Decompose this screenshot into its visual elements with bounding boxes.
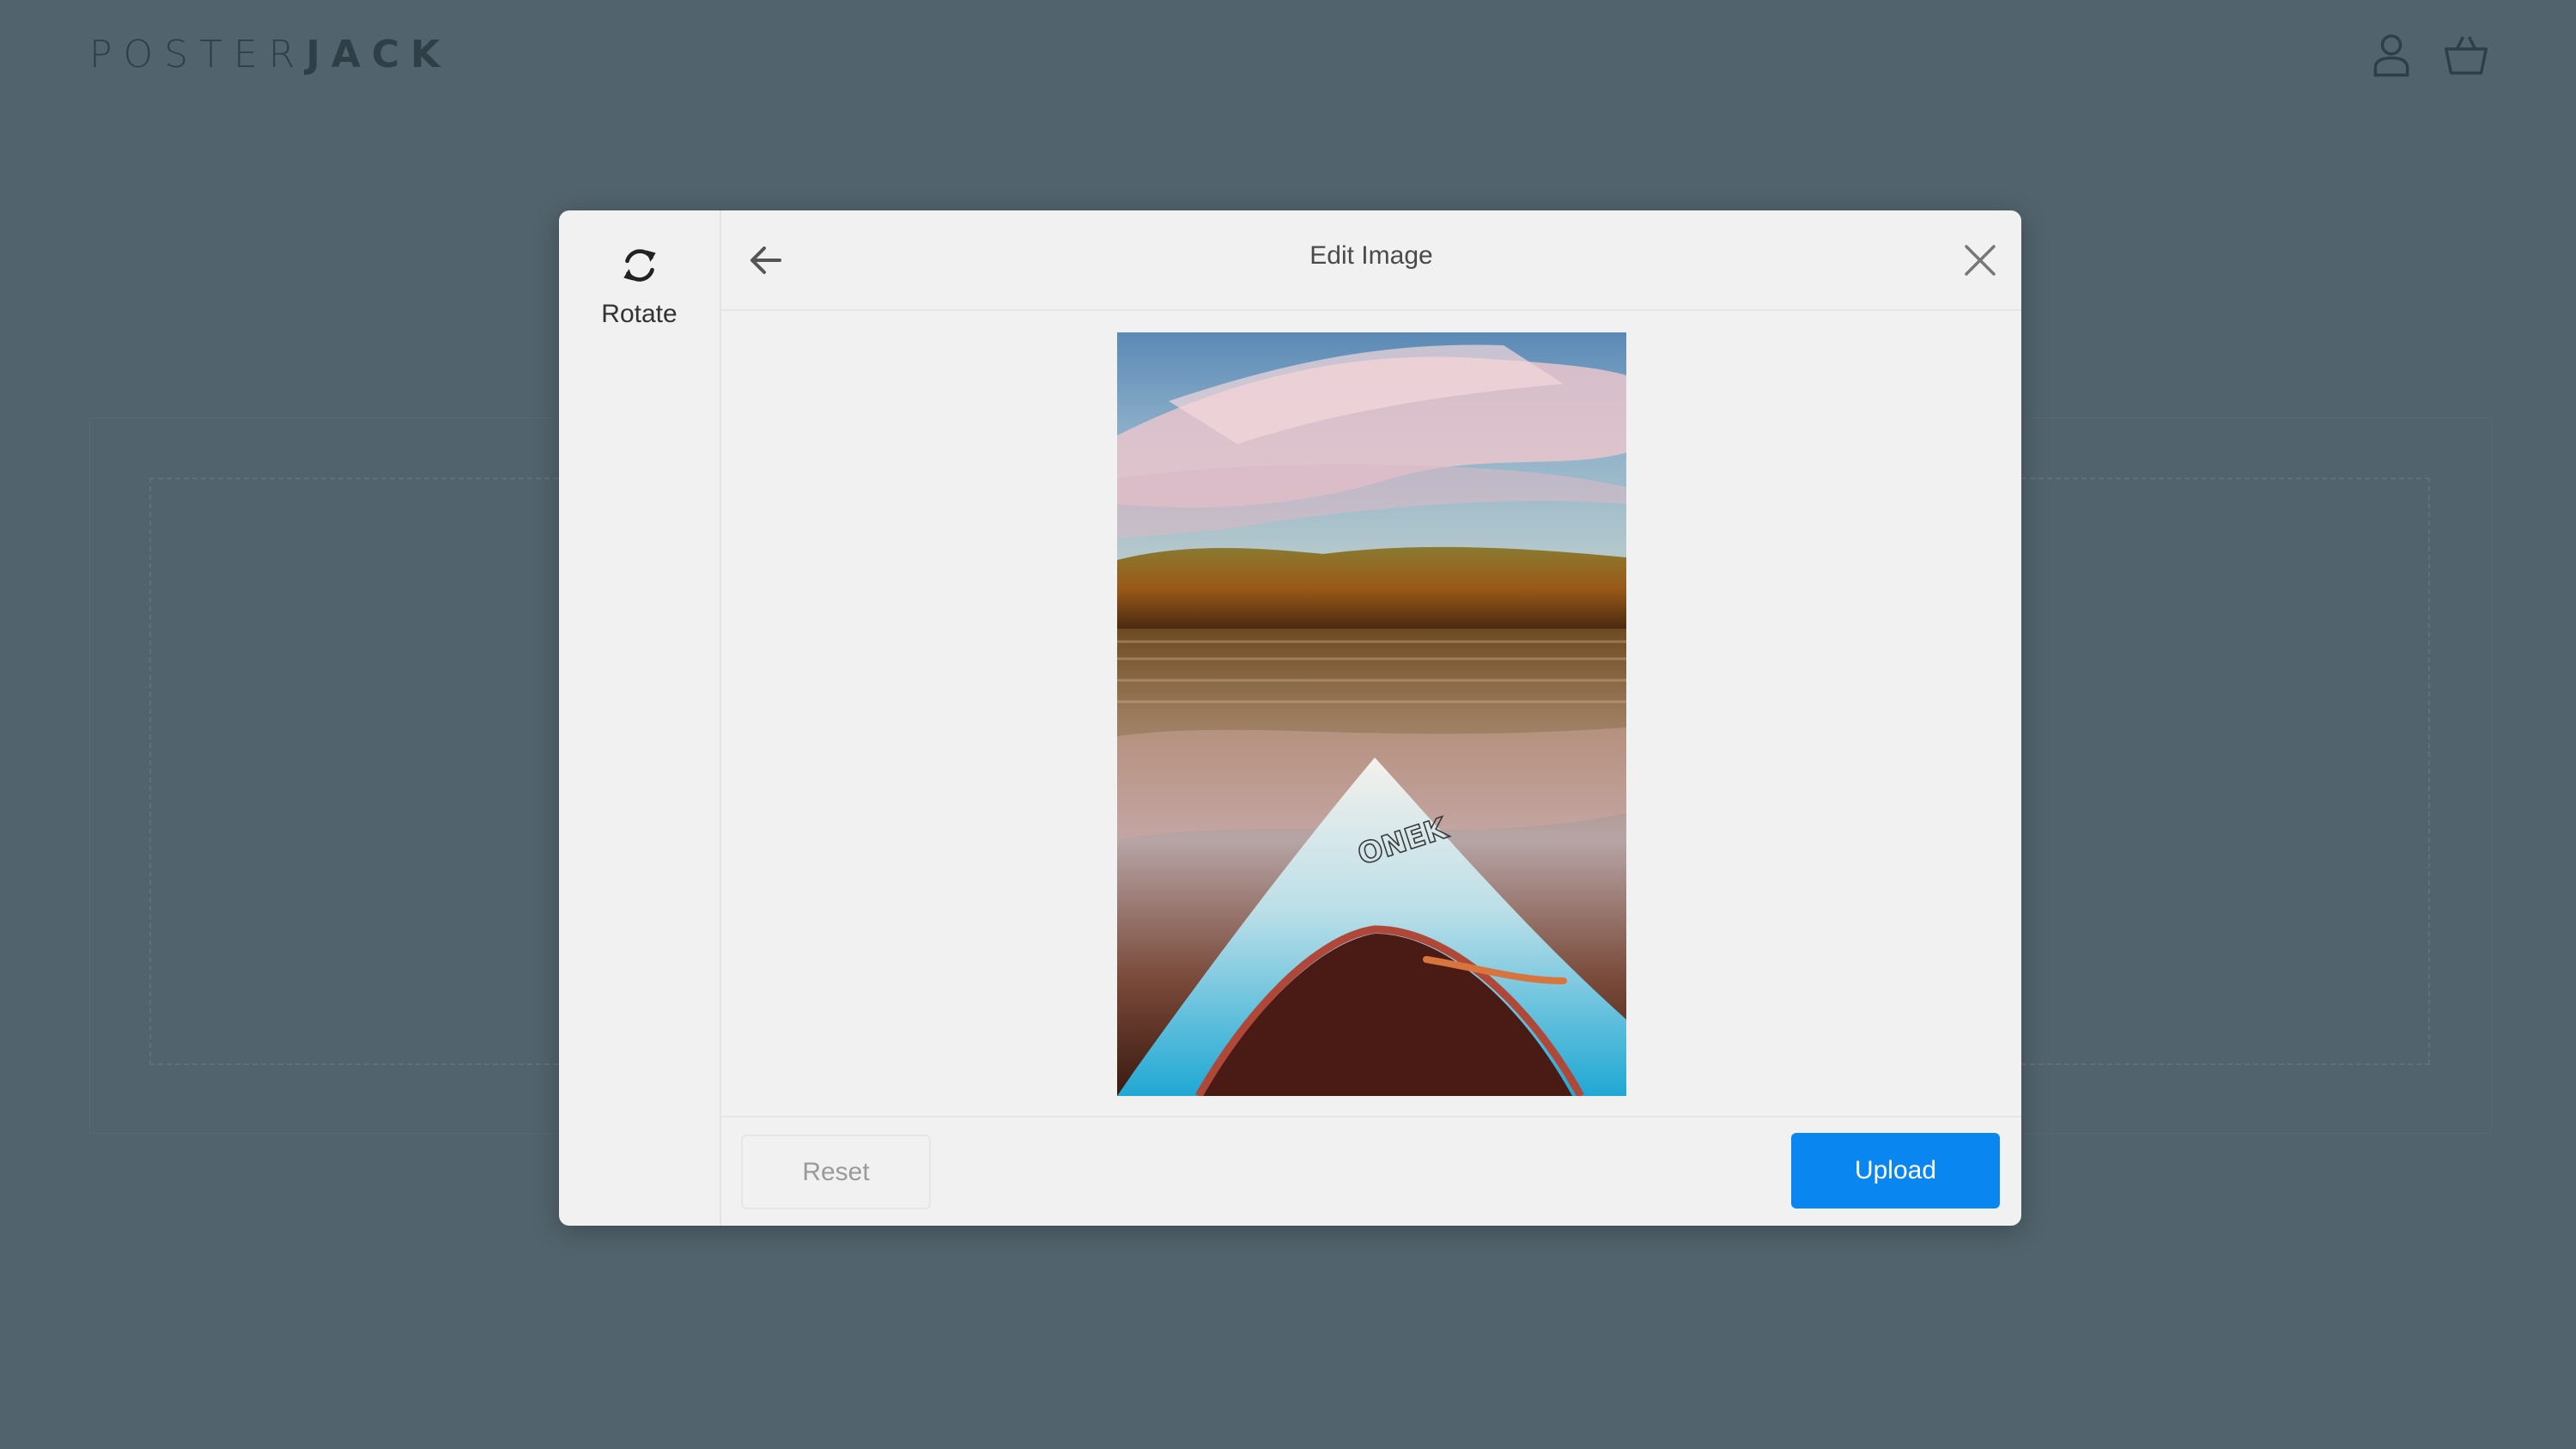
account-icon[interactable] bbox=[2367, 31, 2415, 79]
tools-sidebar: Rotate bbox=[559, 210, 721, 1226]
rotate-button[interactable]: Rotate bbox=[559, 241, 720, 336]
rotate-label: Rotate bbox=[601, 300, 677, 328]
edit-image-modal: Rotate Edit Image ONEK Reset Upload bbox=[559, 210, 2021, 1226]
logo-text-bold: JACK bbox=[306, 33, 452, 76]
photo-preview: ONEK bbox=[1117, 332, 1626, 1096]
modal-header: Edit Image bbox=[721, 210, 2021, 311]
cart-icon[interactable] bbox=[2442, 31, 2490, 79]
modal-title: Edit Image bbox=[1309, 241, 1433, 270]
logo-text-light: POSTER bbox=[89, 33, 307, 76]
posterjack-logo[interactable]: POSTERJACK bbox=[89, 33, 451, 76]
close-icon[interactable] bbox=[1961, 241, 1999, 279]
editor-main: Edit Image ONEK Reset Upload bbox=[721, 210, 2021, 1226]
rotate-icon bbox=[618, 241, 661, 289]
modal-footer: Reset Upload bbox=[721, 1116, 2021, 1226]
reset-button[interactable]: Reset bbox=[741, 1135, 931, 1209]
upload-button[interactable]: Upload bbox=[1791, 1133, 2000, 1209]
